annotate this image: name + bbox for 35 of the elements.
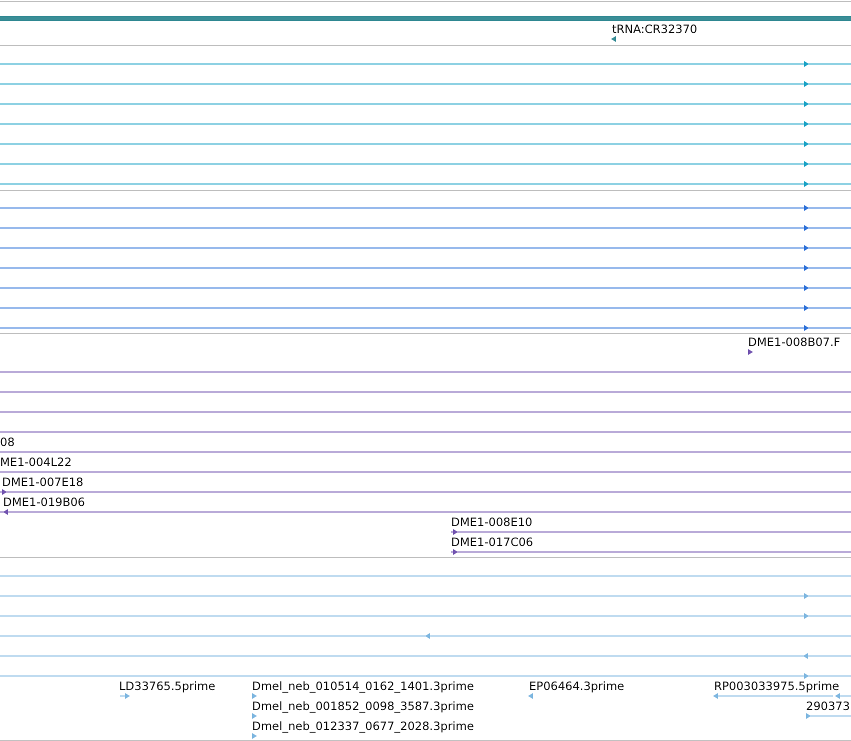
feature-glyph[interactable] bbox=[0, 121, 851, 127]
feature-label: DME1-008B07.F bbox=[748, 335, 840, 349]
feature-label: Dmel_neb_001852_0098_3587.3prime bbox=[252, 699, 474, 713]
feature-glyph[interactable] bbox=[0, 245, 851, 251]
feature-glyph[interactable] bbox=[0, 225, 851, 231]
feature-label: EP06464.3prime bbox=[529, 679, 624, 693]
feature-glyph[interactable] bbox=[0, 161, 851, 167]
feature-glyph[interactable] bbox=[0, 305, 851, 311]
feature-glyph[interactable] bbox=[0, 141, 851, 147]
feature-label: Dmel_neb_012337_0677_2028.3prime bbox=[252, 719, 474, 733]
feature-glyph[interactable] bbox=[0, 325, 851, 331]
feature-label: 08 bbox=[0, 435, 15, 449]
feature-label: DME1-019B06 bbox=[3, 495, 85, 509]
feature-label: 290373 bbox=[806, 699, 850, 713]
feature-glyph[interactable] bbox=[611, 36, 616, 42]
feature-label: DME1-017C06 bbox=[451, 535, 534, 549]
feature-glyph[interactable] bbox=[0, 509, 851, 515]
feature-label: RP003033975.5prime bbox=[714, 679, 840, 693]
feature-glyph[interactable] bbox=[0, 489, 851, 495]
feature-glyph[interactable] bbox=[0, 205, 851, 211]
feature-label: DME1-007E18 bbox=[2, 475, 84, 489]
feature-glyph[interactable] bbox=[0, 101, 851, 107]
feature-label: DME1-008E10 bbox=[451, 515, 532, 529]
feature-glyph[interactable] bbox=[0, 285, 851, 291]
feature-glyph[interactable] bbox=[0, 61, 851, 67]
feature-glyph[interactable] bbox=[0, 81, 851, 87]
feature-label: ME1-004L22 bbox=[0, 455, 72, 469]
feature-label: tRNA:CR32370 bbox=[612, 22, 698, 36]
feature-glyph[interactable] bbox=[0, 265, 851, 271]
feature-label: LD33765.5prime bbox=[119, 679, 216, 693]
feature-label: Dmel_neb_010514_0162_1401.3prime bbox=[252, 679, 474, 693]
feature-glyph[interactable] bbox=[451, 549, 851, 555]
feature-glyph[interactable] bbox=[0, 181, 851, 187]
feature-glyph[interactable] bbox=[451, 529, 851, 535]
feature-glyph[interactable] bbox=[748, 349, 753, 355]
